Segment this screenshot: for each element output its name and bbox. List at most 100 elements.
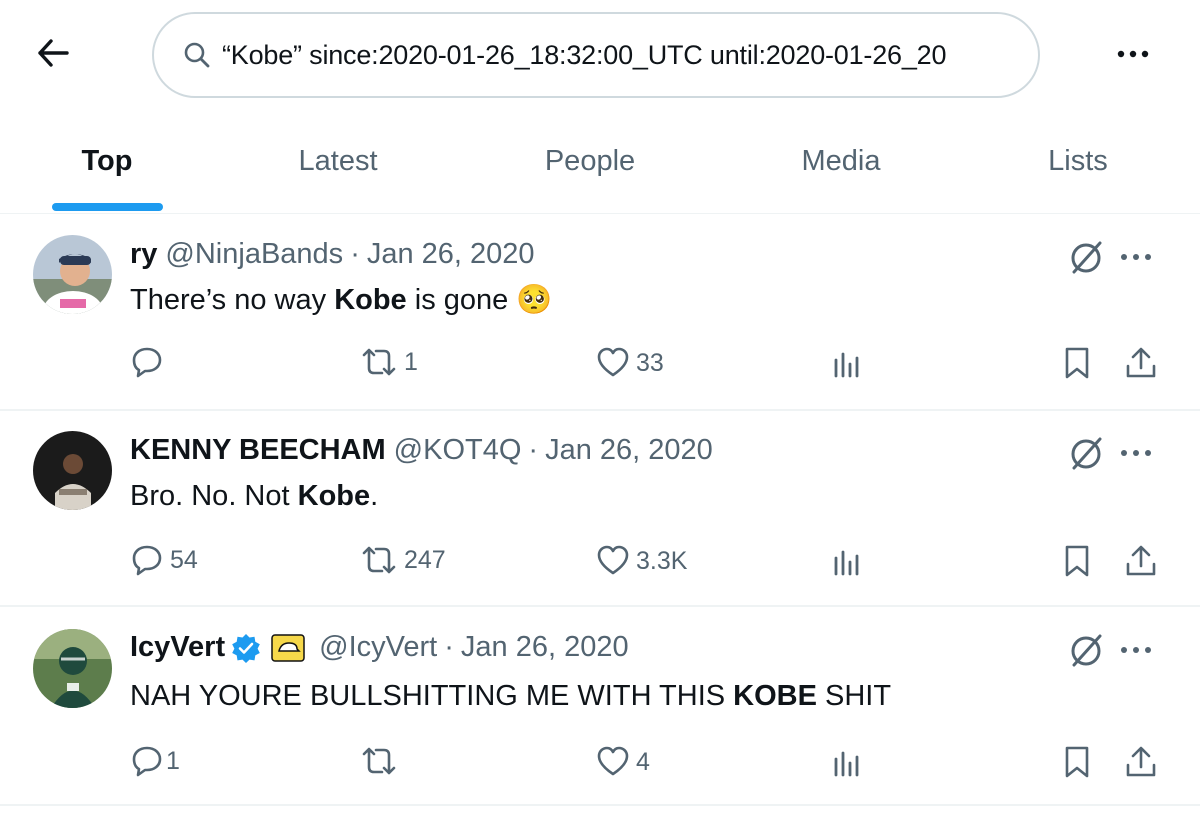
like-button[interactable]: 3.3K (596, 545, 687, 577)
tab-top[interactable]: Top (48, 108, 166, 214)
display-name[interactable]: KENNY BEECHAM (130, 434, 386, 467)
tweet-date[interactable]: Jan 26, 2020 (545, 434, 713, 467)
grok-icon[interactable] (1066, 631, 1106, 671)
views-button[interactable] (832, 546, 862, 576)
like-count: 4 (636, 747, 650, 776)
display-name[interactable]: ry (130, 238, 157, 271)
avatar-image (33, 431, 112, 510)
like-count: 33 (636, 348, 664, 377)
search-header: “Kobe” since:2020-01-26_18:32:00_UTC unt… (0, 0, 1200, 108)
tweet-date[interactable]: Jan 26, 2020 (461, 631, 629, 664)
reply-button[interactable] (130, 345, 170, 379)
reply-count: 1 (166, 746, 180, 775)
grok-icon[interactable] (1066, 434, 1106, 474)
tweet-text-part: SHIT (816, 680, 892, 712)
share-icon (1126, 347, 1156, 378)
bookmark-button[interactable] (1062, 745, 1092, 779)
tweet-text-part: There’s no way (130, 284, 335, 316)
reply-icon (132, 545, 162, 576)
tab-people[interactable]: People (520, 108, 660, 214)
heart-icon (597, 545, 629, 575)
share-icon (1126, 545, 1156, 576)
retweet-count: 1 (404, 347, 418, 376)
retweet-icon (362, 546, 396, 574)
tweet-text-part: . (370, 480, 379, 512)
reply-button[interactable]: 1 (130, 744, 180, 778)
display-name[interactable]: IcyVert (130, 631, 225, 664)
search-tabs: Top Latest People Media Lists (0, 108, 1200, 214)
tweet-text: Bro. No. Not Kobe. (130, 480, 378, 513)
tweet-text-part: Bro. No. Not (130, 480, 298, 512)
views-button[interactable] (832, 348, 862, 378)
separator: · (444, 631, 454, 663)
handle[interactable]: @KOT4Q (394, 434, 522, 467)
highlighted-term: Kobe (297, 480, 371, 512)
avatar[interactable] (33, 629, 112, 708)
tweet-text-part: is gone (406, 284, 517, 316)
tab-lists[interactable]: Lists (1022, 108, 1134, 214)
reply-icon (132, 347, 162, 378)
active-tab-indicator (52, 203, 163, 211)
search-input[interactable]: “Kobe” since:2020-01-26_18:32:00_UTC unt… (152, 12, 1040, 98)
more-horizontal-icon[interactable] (1116, 635, 1156, 665)
share-icon (1126, 746, 1156, 777)
handle[interactable]: @IcyVert (319, 631, 437, 664)
more-options-button[interactable] (1108, 36, 1158, 72)
tab-media[interactable]: Media (776, 108, 906, 214)
retweet-button[interactable] (360, 745, 404, 777)
views-chart-icon (834, 352, 859, 378)
pleading-face-emoji: 🥺 (516, 282, 553, 316)
tweet[interactable]: ry @NinjaBands · Jan 26, 2020 There’s no… (0, 214, 1200, 411)
reply-button[interactable]: 54 (130, 543, 198, 577)
tweet-text-part: NAH YOURE BULLSHITTING ME WITH THIS (130, 680, 734, 712)
tweet-meta: KENNY BEECHAM @KOT4Q · Jan 26, 2020 (130, 434, 713, 467)
search-icon (184, 42, 210, 68)
grok-icon[interactable] (1066, 238, 1106, 278)
bookmark-button[interactable] (1062, 544, 1092, 578)
highlighted-term: KOBE (733, 680, 817, 712)
arrow-left-icon (38, 39, 69, 67)
avatar-image (33, 629, 112, 708)
bookmark-button[interactable] (1062, 346, 1092, 380)
retweet-button[interactable]: 247 (360, 544, 446, 576)
separator: · (350, 238, 360, 270)
views-button[interactable] (832, 747, 862, 777)
like-button[interactable]: 33 (596, 347, 664, 379)
more-horizontal-icon[interactable] (1116, 242, 1156, 272)
bookmark-icon (1065, 545, 1089, 577)
tweet[interactable]: KENNY BEECHAM @KOT4Q · Jan 26, 2020 Bro.… (0, 410, 1200, 607)
separator: · (528, 434, 539, 466)
avatar[interactable] (33, 235, 112, 314)
tweet[interactable]: IcyVert @IcyVert · Jan 26, 2020 NAH YOUR… (0, 606, 1200, 806)
bookmark-icon (1065, 746, 1089, 778)
like-button[interactable]: 4 (596, 746, 650, 778)
tweet-date[interactable]: Jan 26, 2020 (367, 238, 535, 271)
heart-icon (597, 746, 629, 776)
reply-count: 54 (170, 545, 198, 574)
back-button[interactable] (28, 30, 78, 76)
retweet-icon (362, 747, 396, 775)
tweet-meta: ry @NinjaBands · Jan 26, 2020 (130, 238, 535, 271)
heart-icon (597, 347, 629, 377)
bookmark-icon (1065, 347, 1089, 379)
views-chart-icon (834, 550, 859, 576)
share-button[interactable] (1124, 346, 1158, 380)
more-horizontal-icon (1117, 50, 1149, 58)
avatar[interactable] (33, 431, 112, 510)
retweet-button[interactable]: 1 (360, 346, 418, 378)
more-horizontal-icon[interactable] (1116, 438, 1156, 468)
search-query-text: “Kobe” since:2020-01-26_18:32:00_UTC unt… (222, 39, 947, 70)
retweet-icon (362, 348, 396, 376)
tweet-meta: IcyVert @IcyVert · Jan 26, 2020 (130, 631, 629, 664)
share-button[interactable] (1124, 745, 1158, 779)
tweet-text: There’s no way Kobe is gone 🥺 (130, 282, 552, 317)
affiliate-badge-icon (271, 633, 305, 662)
reply-icon (132, 746, 162, 777)
tab-latest[interactable]: Latest (268, 108, 408, 214)
views-chart-icon (834, 751, 859, 777)
handle[interactable]: @NinjaBands (165, 238, 343, 271)
avatar-image (33, 235, 112, 314)
highlighted-term: Kobe (334, 284, 407, 316)
share-button[interactable] (1124, 544, 1158, 578)
like-count: 3.3K (636, 546, 688, 575)
